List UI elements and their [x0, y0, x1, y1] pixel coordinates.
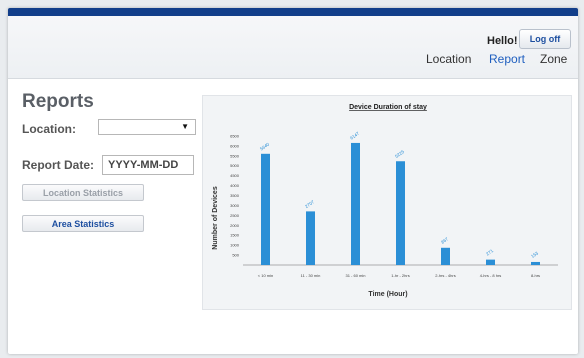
y-tick-label: 2500 [230, 213, 240, 218]
bar [351, 142, 360, 265]
nav-report[interactable]: Report [489, 52, 525, 66]
bar [486, 259, 495, 265]
nav-zone[interactable]: Zone [540, 52, 567, 66]
x-tick-label: 31 - 60 min [345, 273, 365, 278]
header-bar [8, 16, 578, 79]
duration-bar-chart: Device Duration of stay Number of Device… [212, 104, 558, 298]
y-tick-label: 4500 [230, 173, 240, 178]
page-title: Reports [22, 91, 94, 112]
bar-data-label: 867 [440, 236, 449, 245]
x-tick-label: 11 - 30 min [301, 273, 321, 278]
greeting-text: Hello! [487, 35, 518, 47]
log-off-button[interactable]: Log off [519, 29, 571, 49]
y-tick-label: 3500 [230, 193, 240, 198]
x-tick-label: 8-hrs [531, 273, 540, 278]
x-tick-label: 4-hrs - 8 hrs [480, 273, 502, 278]
x-axis-label: Time (Hour) [368, 291, 407, 298]
bar [441, 247, 450, 265]
y-tick-label: 6000 [230, 143, 240, 148]
y-tick-label: 1500 [230, 233, 240, 238]
bar [261, 153, 270, 265]
bar-data-label: 5225 [394, 149, 405, 159]
y-tick-label: 1000 [230, 243, 240, 248]
y-tick-label: 5000 [230, 163, 240, 168]
location-label: Location: [22, 122, 76, 136]
bar-data-label: 153 [530, 250, 539, 259]
report-date-input[interactable]: YYYY-MM-DD [102, 155, 194, 175]
report-date-label: Report Date: [22, 158, 95, 172]
x-tick-label: < 10 min [258, 273, 273, 278]
x-tick-label: 1-hr - 2hrs [391, 273, 409, 278]
location-select[interactable]: ▼ [98, 119, 196, 135]
y-tick-label: 6500 [230, 133, 240, 138]
location-statistics-button[interactable]: Location Statistics [22, 184, 144, 201]
bar-data-label: 2707 [304, 199, 315, 209]
y-tick-label: 3000 [230, 203, 240, 208]
chart-title: Device Duration of stay [349, 104, 427, 111]
bar [396, 161, 405, 265]
dropdown-arrow-icon: ▼ [181, 122, 189, 131]
bar [531, 261, 540, 265]
y-tick-label: 2000 [230, 223, 240, 228]
bar-data-label: 6147 [349, 131, 360, 141]
area-statistics-button[interactable]: Area Statistics [22, 215, 144, 232]
chart-panel: Device Duration of stay Number of Device… [202, 95, 572, 310]
y-tick-label: 5500 [230, 153, 240, 158]
x-tick-label: 2-hrs - 4hrs [435, 273, 455, 278]
y-tick-label: 500 [232, 253, 239, 258]
bar [306, 211, 315, 265]
y-tick-label: 4000 [230, 183, 240, 188]
bar-data-label: 5640 [259, 141, 270, 151]
y-axis-label: Number of Devices [212, 186, 219, 250]
bar-data-label: 271 [485, 248, 494, 257]
nav-location[interactable]: Location [426, 52, 471, 66]
